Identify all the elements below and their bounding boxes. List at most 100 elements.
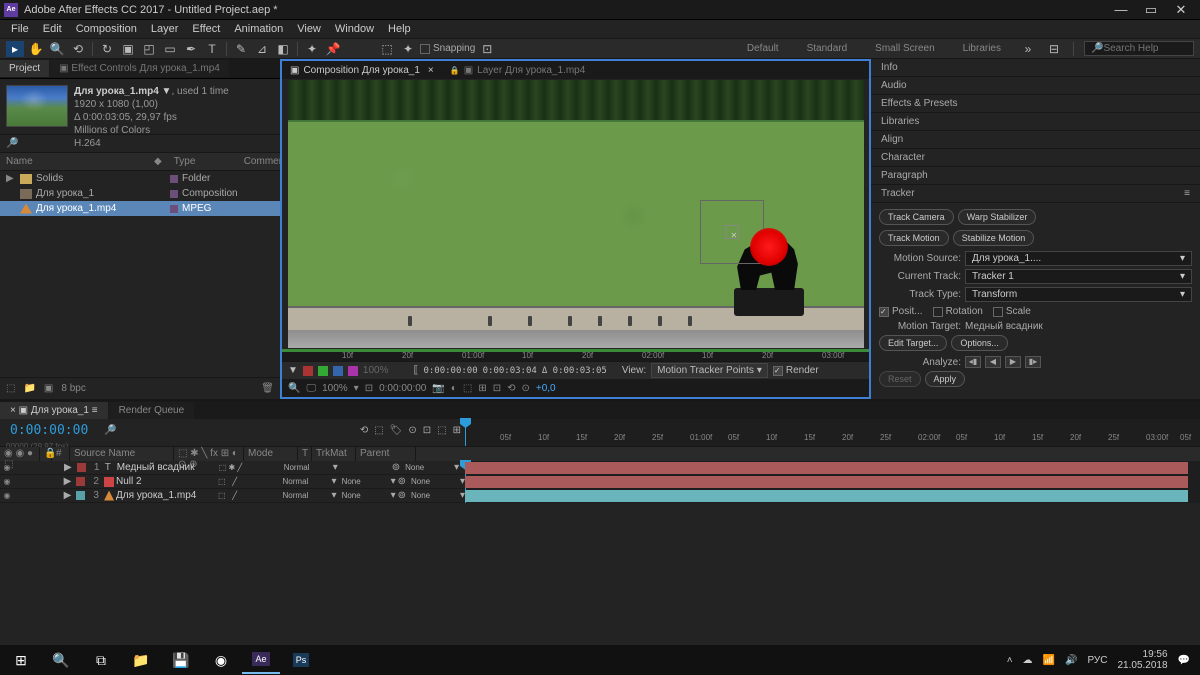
- render-toggle[interactable]: Render: [773, 365, 819, 376]
- panel-info[interactable]: Info: [871, 59, 1200, 77]
- zoom-level[interactable]: 100%: [322, 383, 348, 394]
- mini-timeline[interactable]: 10f 20f 01:00f 10f 20f 02:00f 10f 20f 03…: [282, 349, 869, 361]
- panel-character[interactable]: Character: [871, 149, 1200, 167]
- tray-notifications-icon[interactable]: 💬: [1178, 655, 1190, 666]
- zoom-tool[interactable]: 🔍: [48, 41, 66, 57]
- layer-row-1[interactable]: ◉ ▶ 1 T Медный всадник ⬚ ✱ ╱ Normal▾ ⊚No…: [0, 461, 465, 475]
- rotation-checkbox[interactable]: Rotation: [933, 306, 983, 317]
- trash-icon[interactable]: 🗑: [261, 383, 274, 394]
- timeline-search-icon[interactable]: 🔎: [104, 425, 116, 436]
- tray-clock[interactable]: 19:56 21.05.2018: [1117, 649, 1167, 671]
- maximize-button[interactable]: ▭: [1136, 2, 1166, 18]
- explorer-button[interactable]: 📁: [122, 646, 160, 674]
- viewer-tab-comp[interactable]: ▣ Composition Для урока_1 ×: [282, 62, 442, 79]
- preview-frame[interactable]: ✕: [288, 80, 864, 348]
- position-checkbox[interactable]: Posit...: [879, 306, 923, 317]
- edit-target-button[interactable]: Edit Target...: [879, 335, 947, 351]
- orbit-tool[interactable]: ⟲: [69, 41, 87, 57]
- options-button[interactable]: Options...: [951, 335, 1008, 351]
- tray-wifi-icon[interactable]: 📶: [1043, 655, 1055, 666]
- search-help[interactable]: 🔎: [1084, 41, 1194, 56]
- workspace-reset-icon[interactable]: ⊟: [1045, 41, 1063, 57]
- menu-layer[interactable]: Layer: [144, 21, 186, 37]
- comp-new-icon[interactable]: ▣: [44, 383, 53, 394]
- roto-tool[interactable]: ✦: [303, 41, 321, 57]
- track-camera-button[interactable]: Track Camera: [879, 209, 954, 225]
- save-button[interactable]: 💾: [162, 646, 200, 674]
- tl-icon[interactable]: ⊙: [408, 425, 416, 436]
- snapshot-icon[interactable]: 📷: [432, 383, 444, 394]
- menu-help[interactable]: Help: [381, 21, 418, 37]
- ch-alpha-icon[interactable]: [348, 366, 358, 376]
- track-type-dropdown[interactable]: Transform▾: [965, 287, 1192, 302]
- reset-button[interactable]: Reset: [879, 371, 921, 387]
- menu-window[interactable]: Window: [328, 21, 381, 37]
- clip-thumbnail[interactable]: [6, 85, 68, 127]
- taskview-button[interactable]: ⧉: [82, 646, 120, 674]
- type-tool[interactable]: T: [203, 41, 221, 57]
- panel-audio[interactable]: Audio: [871, 77, 1200, 95]
- tl-icon[interactable]: ⬚: [437, 425, 446, 436]
- menu-view[interactable]: View: [290, 21, 328, 37]
- project-search[interactable]: 🔎: [0, 134, 280, 153]
- analyze-back-button[interactable]: ◀: [985, 356, 1001, 368]
- aftereffects-button[interactable]: Ae: [242, 646, 280, 674]
- timeline-timecode[interactable]: 0:00:00:00: [4, 421, 94, 440]
- folder-new-icon[interactable]: 📁: [23, 383, 35, 394]
- close-button[interactable]: ✕: [1166, 2, 1196, 18]
- layer-row-2[interactable]: ◉ ▶ 2 Null 2 ⬚ ╱ Normal▾ None▾ ⊚None▾: [0, 475, 465, 489]
- photoshop-button[interactable]: Ps: [282, 646, 320, 674]
- pan-behind-tool[interactable]: ◰: [140, 41, 158, 57]
- shape-tool[interactable]: ▭: [161, 41, 179, 57]
- ch-red-icon[interactable]: [303, 366, 313, 376]
- in-time[interactable]: 0:00:00:00: [423, 366, 477, 376]
- tl-icon[interactable]: 🏷: [390, 425, 403, 436]
- project-row-mp4[interactable]: Для урока_1.mp4 MPEG: [0, 201, 280, 216]
- tray-up-icon[interactable]: ˄: [1007, 655, 1013, 666]
- stabilize-motion-button[interactable]: Stabilize Motion: [953, 230, 1035, 246]
- project-tab[interactable]: Project: [0, 60, 49, 77]
- camera-tool[interactable]: ▣: [119, 41, 137, 57]
- tl-icon[interactable]: ⟲: [360, 425, 368, 436]
- tray-lang[interactable]: РУС: [1087, 655, 1107, 666]
- warp-stabilizer-button[interactable]: Warp Stabilizer: [958, 209, 1037, 225]
- ch-green-icon[interactable]: [318, 366, 328, 376]
- panel-align[interactable]: Align: [871, 131, 1200, 149]
- menu-composition[interactable]: Composition: [69, 21, 144, 37]
- layer-bar-3[interactable]: [465, 490, 1188, 502]
- rotate-tool[interactable]: ↻: [98, 41, 116, 57]
- tl-icon[interactable]: ⊡: [423, 425, 431, 436]
- snapping-toggle[interactable]: Snapping: [420, 43, 475, 54]
- world-axis-icon[interactable]: ✦: [399, 41, 417, 57]
- eraser-tool[interactable]: ◧: [274, 41, 292, 57]
- apply-button[interactable]: Apply: [925, 371, 966, 387]
- panel-effects[interactable]: Effects & Presets: [871, 95, 1200, 113]
- brush-tool[interactable]: ✎: [232, 41, 250, 57]
- analyze-fwd-button[interactable]: ▶: [1005, 356, 1021, 368]
- local-axis-icon[interactable]: ⬚: [378, 41, 396, 57]
- snap-icon[interactable]: ⊡: [478, 41, 496, 57]
- exposure[interactable]: +0,0: [536, 383, 556, 394]
- timeline-tab-render[interactable]: Render Queue: [109, 402, 195, 419]
- analyze-fwd1-button[interactable]: ▮▸: [1025, 356, 1041, 368]
- playhead[interactable]: [465, 419, 466, 446]
- pen-tool[interactable]: ✒: [182, 41, 200, 57]
- workspace-standard[interactable]: Standard: [797, 41, 858, 56]
- current-time[interactable]: 0:00:00:00: [379, 383, 426, 394]
- workspace-small[interactable]: Small Screen: [865, 41, 944, 56]
- tl-icon[interactable]: ⊞: [453, 425, 461, 436]
- out-time[interactable]: 0:00:03:04: [483, 366, 537, 376]
- search-input[interactable]: [1103, 43, 1193, 54]
- panel-paragraph[interactable]: Paragraph: [871, 167, 1200, 185]
- menu-effect[interactable]: Effect: [185, 21, 227, 37]
- panel-libraries[interactable]: Libraries: [871, 113, 1200, 131]
- magnify-icon[interactable]: 🔍: [288, 383, 300, 394]
- scale-checkbox[interactable]: Scale: [993, 306, 1031, 317]
- menu-file[interactable]: File: [4, 21, 36, 37]
- workspace-libraries[interactable]: Libraries: [953, 41, 1011, 56]
- menu-edit[interactable]: Edit: [36, 21, 69, 37]
- layer-row-3[interactable]: ◉ ▶ 3 Для урока_1.mp4 ⬚ ╱ Normal▾ None▾ …: [0, 489, 465, 503]
- effect-controls-tab[interactable]: ▣ Effect Controls Для урока_1.mp4: [50, 60, 229, 77]
- bpc-toggle[interactable]: 8 bpc: [61, 383, 85, 394]
- search-button[interactable]: 🔍: [42, 646, 80, 674]
